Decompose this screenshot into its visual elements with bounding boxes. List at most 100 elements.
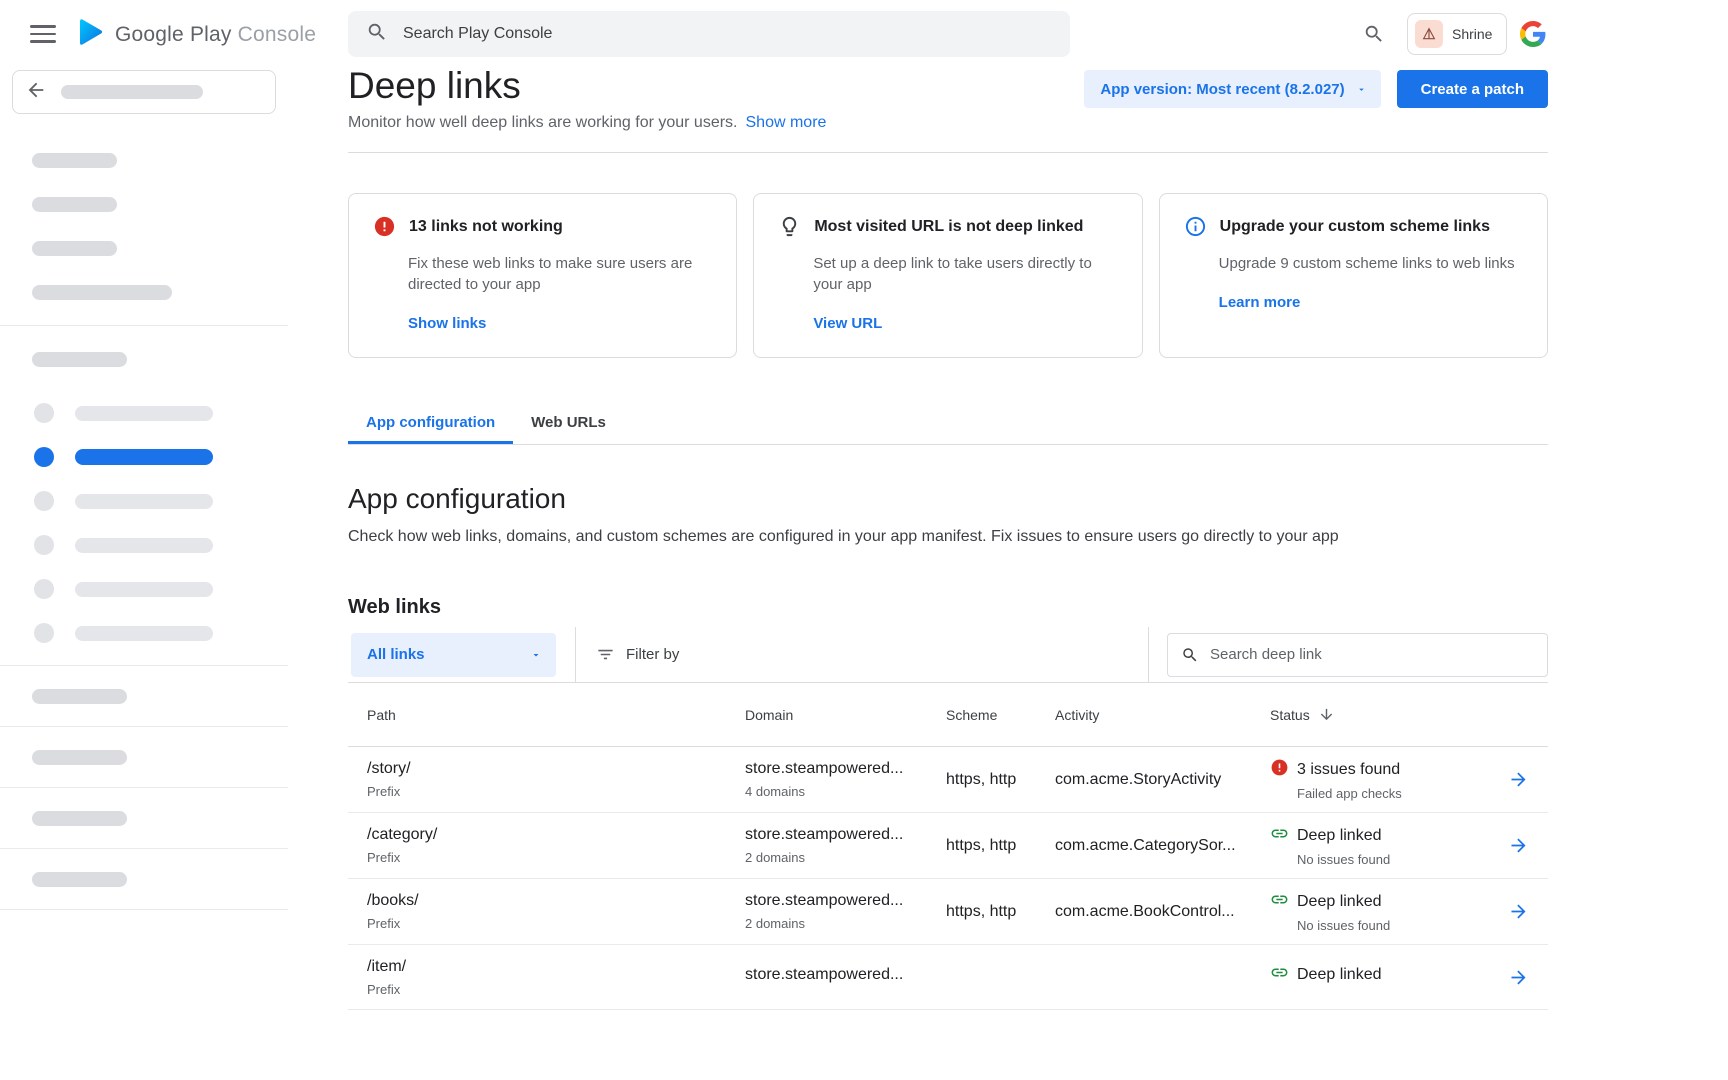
table-header-row: Path Domain Scheme Activity Status [348,683,1548,747]
top-app-bar: Google Play Console Shrine [0,0,1728,68]
secondary-search-icon[interactable] [1363,23,1385,50]
sidebar-skeleton-bar [32,750,127,765]
toolbar-divider [575,627,576,683]
sidebar-nav [0,68,288,1080]
row-domain: store.steampowered... [745,759,946,779]
sidebar-skeleton-bar [75,538,213,553]
main-content: Deep links App version: Most recent (8.2… [348,0,1548,1010]
play-console-logo[interactable]: Google Play Console [74,16,316,53]
sidebar-item[interactable] [0,788,288,849]
learn-more-link[interactable]: Learn more [1219,294,1301,311]
view-url-link[interactable]: View URL [813,315,882,332]
row-path-type: Prefix [367,784,745,800]
link-icon [1270,963,1289,987]
row-scheme: https, http [946,770,1055,790]
card-body: Set up a deep link to take users directl… [813,253,1117,295]
row-domain: store.steampowered... [745,965,946,985]
card-body: Upgrade 9 custom scheme links to web lin… [1219,253,1523,274]
row-detail-arrow-icon[interactable] [1488,967,1548,988]
row-scheme: https, http [946,902,1055,922]
search-icon [1181,646,1199,664]
sidebar-item-icon [34,579,54,599]
deep-link-search-box[interactable] [1167,633,1548,677]
row-path-type: Prefix [367,916,745,932]
sidebar-item[interactable] [0,523,288,567]
sidebar-item[interactable] [0,666,288,727]
row-status: Deep linked [1297,893,1382,911]
row-activity: com.acme.StoryActivity [1055,770,1270,790]
row-status-detail: No issues found [1297,852,1488,867]
row-detail-arrow-icon[interactable] [1488,769,1548,790]
row-domain-count: 2 domains [745,850,946,866]
tab-web-urls[interactable]: Web URLs [513,400,624,444]
app-switcher-chip[interactable]: Shrine [1407,13,1507,55]
info-icon [1184,216,1207,243]
row-path-type: Prefix [367,982,745,998]
row-status: 3 issues found [1297,761,1400,779]
card-body: Fix these web links to make sure users a… [408,253,712,295]
app-version-dropdown[interactable]: App version: Most recent (8.2.027) [1084,70,1380,108]
column-header-status[interactable]: Status [1270,706,1488,723]
google-account-icon[interactable] [1520,21,1546,52]
status-header-label: Status [1270,707,1310,723]
menu-icon[interactable] [30,25,56,43]
global-search-bar[interactable] [348,11,1070,57]
column-header-domain[interactable]: Domain [745,707,946,723]
show-more-link[interactable]: Show more [746,114,827,131]
sidebar-item[interactable] [0,391,288,435]
row-status-detail: No issues found [1297,918,1488,933]
insight-cards: 13 links not working Fix these web links… [348,193,1548,358]
error-icon [373,216,396,243]
card-title: Most visited URL is not deep linked [814,216,1083,238]
row-detail-arrow-icon[interactable] [1488,835,1548,856]
sidebar-skeleton-bar [32,872,127,887]
sidebar-item[interactable] [0,849,288,910]
card-title: Upgrade your custom scheme links [1220,216,1490,238]
table-row[interactable]: /category/ Prefix store.steampowered... … [348,813,1548,879]
table-row[interactable]: /item/ Prefix store.steampowered... Deep… [348,945,1548,1010]
sidebar-skeleton-bar [75,494,213,509]
sidebar-item-icon [34,535,54,555]
section-description: Check how web links, domains, and custom… [348,528,1548,546]
header-divider [348,152,1548,153]
sidebar-skeleton-bar [75,406,213,421]
deep-link-search-input[interactable] [1210,646,1534,663]
row-activity: com.acme.CategorySor... [1055,836,1270,856]
sidebar-item[interactable] [0,479,288,523]
card-most-visited-url: Most visited URL is not deep linked Set … [753,193,1142,358]
column-header-scheme[interactable]: Scheme [946,707,1055,723]
column-header-path[interactable]: Path [348,707,745,723]
sidebar-skeleton-bar [32,241,117,256]
links-filter-value: All links [367,646,425,663]
sidebar-skeleton-bar [75,449,213,465]
filter-by-label: Filter by [626,646,679,663]
row-detail-arrow-icon[interactable] [1488,901,1548,922]
sidebar-item[interactable] [0,611,288,655]
sidebar-skeleton-bar [32,352,127,367]
row-status-detail: Failed app checks [1297,786,1488,801]
global-search-input[interactable] [403,25,1052,43]
links-filter-dropdown[interactable]: All links [351,633,556,677]
filter-by-button[interactable]: Filter by [596,645,679,664]
sidebar-item-selected[interactable] [0,435,288,479]
chevron-down-icon [1356,84,1367,95]
create-patch-button[interactable]: Create a patch [1397,70,1548,108]
show-links-link[interactable]: Show links [408,315,486,332]
sidebar-item[interactable] [0,567,288,611]
row-domain: store.steampowered... [745,891,946,911]
tab-app-configuration[interactable]: App configuration [348,400,513,444]
table-row[interactable]: /books/ Prefix store.steampowered... 2 d… [348,879,1548,945]
sidebar-item-icon [34,447,54,467]
sidebar-back-button[interactable] [12,70,276,114]
row-scheme: https, http [946,836,1055,856]
card-title: 13 links not working [409,216,563,238]
sort-descending-icon [1318,706,1335,723]
link-icon [1270,890,1289,914]
column-header-activity[interactable]: Activity [1055,707,1270,723]
row-activity: com.acme.BookControl... [1055,902,1270,922]
table-row[interactable]: /story/ Prefix store.steampowered... 4 d… [348,747,1548,813]
page-subtitle: Monitor how well deep links are working … [348,114,738,131]
row-domain-count: 2 domains [745,916,946,932]
link-icon [1270,824,1289,848]
sidebar-item[interactable] [0,727,288,788]
